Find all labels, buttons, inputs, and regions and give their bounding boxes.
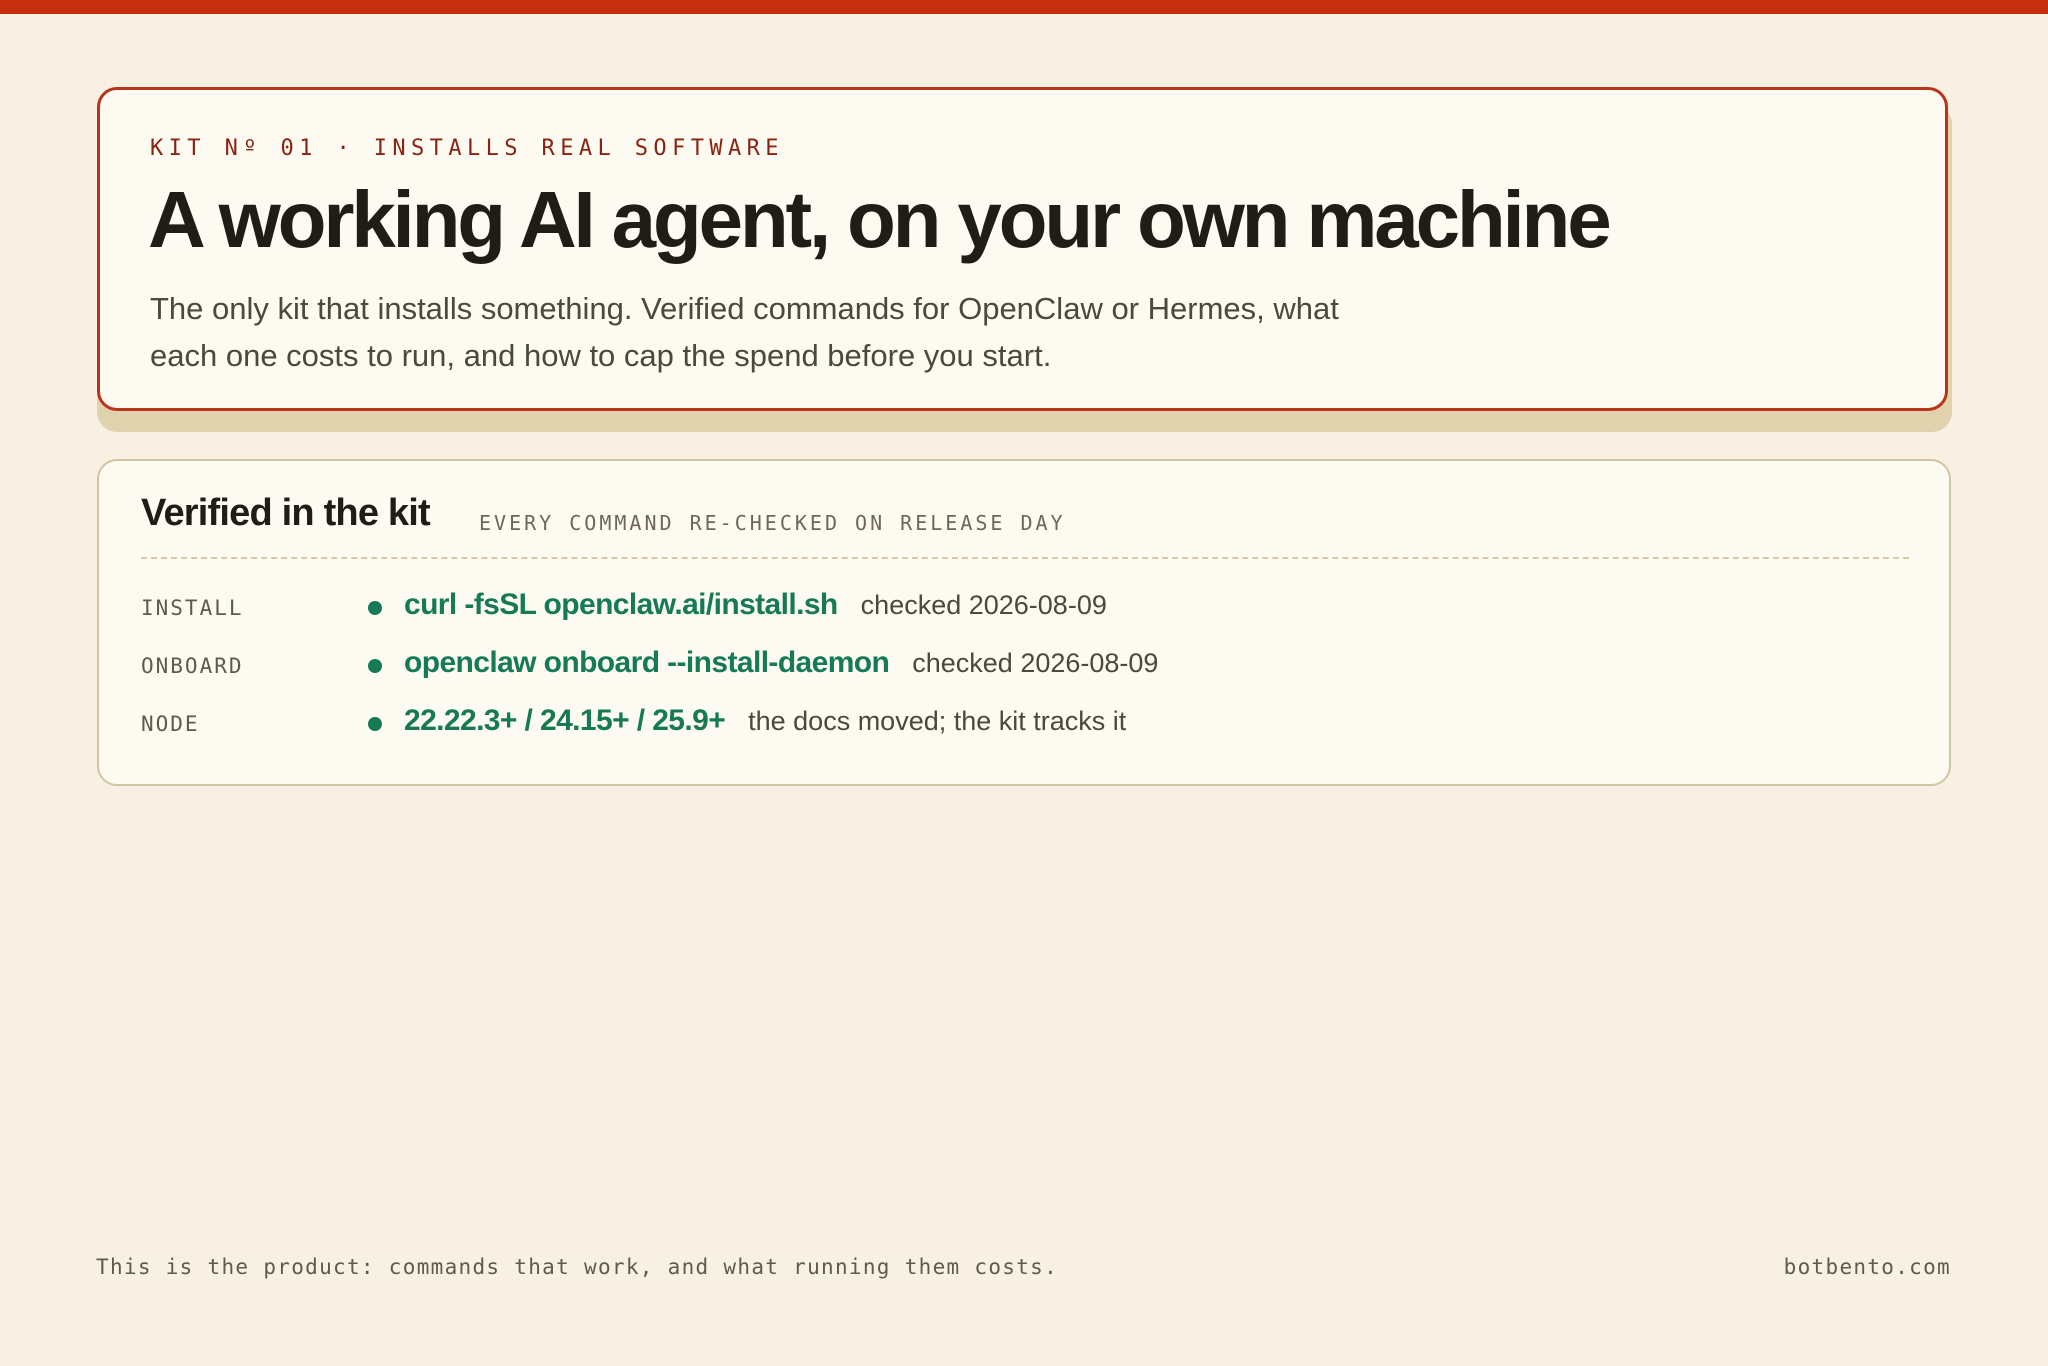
status-dot-icon	[368, 717, 382, 731]
verified-title: Verified in the kit	[141, 492, 431, 534]
hero-description: The only kit that installs something. Ve…	[150, 291, 1339, 373]
verified-row-install: INSTALL curl -fsSL openclaw.ai/install.s…	[141, 588, 1841, 628]
hero-card: KIT Nº 01 · INSTALLS REAL SOFTWARE A wor…	[97, 87, 1948, 411]
page-title: A working AI agent, on your own machine	[148, 175, 1612, 264]
footer-tagline: This is the product: commands that work,…	[96, 1255, 1059, 1279]
top-accent-bar	[0, 0, 2048, 14]
row-note: the docs moved; the kit tracks it	[748, 706, 1127, 736]
row-label: INSTALL	[141, 596, 244, 620]
node-versions[interactable]: 22.22.3+ / 24.15+ / 25.9+	[404, 704, 726, 738]
row-label: NODE	[141, 712, 200, 736]
dashed-divider	[141, 557, 1909, 559]
row-note: checked 2026-08-09	[860, 590, 1107, 620]
row-note: checked 2026-08-09	[912, 648, 1159, 678]
footer-domain-link[interactable]: botbento.com	[1784, 1255, 1951, 1279]
verified-subtitle: EVERY COMMAND RE-CHECKED ON RELEASE DAY	[479, 511, 1066, 535]
row-label: ONBOARD	[141, 654, 244, 678]
status-dot-icon	[368, 601, 382, 615]
install-command[interactable]: curl -fsSL openclaw.ai/install.sh	[404, 588, 838, 622]
verified-row-node: NODE 22.22.3+ / 24.15+ / 25.9+ the docs …	[141, 704, 1841, 744]
onboard-command[interactable]: openclaw onboard --install-daemon	[404, 646, 890, 680]
status-dot-icon	[368, 659, 382, 673]
verified-row-onboard: ONBOARD openclaw onboard --install-daemo…	[141, 646, 1841, 686]
kit-kicker: KIT Nº 01 · INSTALLS REAL SOFTWARE	[150, 136, 784, 161]
verified-commands-card: Verified in the kit EVERY COMMAND RE-CHE…	[97, 459, 1951, 786]
